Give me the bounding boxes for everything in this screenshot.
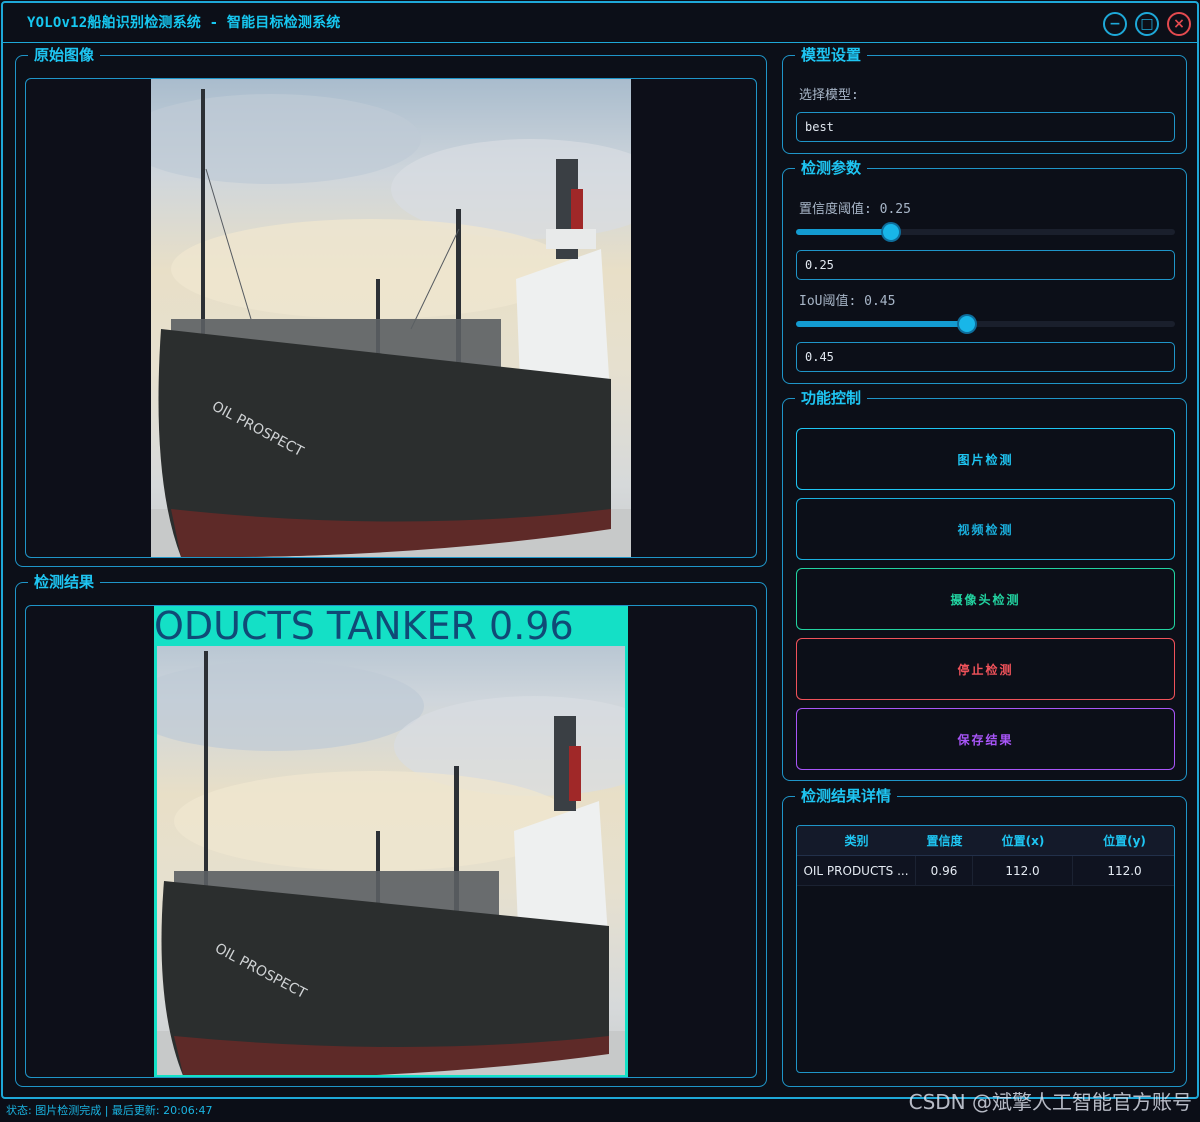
cell-class: OIL PRODUCTS ...: [797, 856, 916, 886]
confidence-slider-fill: [796, 229, 891, 235]
minimize-icon: −: [1109, 16, 1121, 32]
maximize-icon: □: [1140, 16, 1154, 32]
camera-detect-button[interactable]: 摄像头检测: [796, 568, 1175, 630]
video-detect-button[interactable]: 视频检测: [796, 498, 1175, 560]
detection-result-panel: 检测结果 OIL PROSPECT ODUCTS TANKER 0.96: [15, 572, 767, 1087]
table-header: 类别 置信度 位置(x) 位置(y): [797, 826, 1174, 856]
title-bar[interactable]: YOLOv12船舶识别检测系统 - 智能目标检测系统 − □ ×: [3, 3, 1197, 43]
csdn-watermark: CSDN @斌擎人工智能官方账号: [908, 1090, 1192, 1114]
cell-y: 112.0: [1107, 864, 1142, 878]
results-detail-title: 检测结果详情: [795, 786, 898, 806]
image-detect-label: 图片检测: [957, 452, 1014, 467]
model-settings-panel: 模型设置 选择模型: best: [782, 45, 1187, 154]
stop-detect-button[interactable]: 停止检测: [796, 638, 1175, 700]
iou-slider-fill: [796, 321, 967, 327]
original-ship-image: OIL PROSPECT: [151, 79, 631, 557]
model-settings-title: 模型设置: [795, 45, 868, 65]
image-detect-button[interactable]: 图片检测: [796, 428, 1175, 490]
header-x[interactable]: 位置(x): [973, 826, 1073, 856]
cell-confidence: 0.96: [916, 856, 973, 886]
original-image-title: 原始图像: [28, 45, 101, 65]
save-result-label: 保存结果: [957, 732, 1014, 747]
close-button[interactable]: ×: [1167, 12, 1191, 36]
minimize-button[interactable]: −: [1103, 12, 1127, 36]
select-model-label: 选择模型:: [799, 88, 859, 103]
results-detail-panel: 检测结果详情 类别 置信度 位置(x) 位置(y) OIL PRODUCTS .…: [782, 786, 1187, 1087]
maximize-button[interactable]: □: [1135, 12, 1159, 36]
detection-params-title: 检测参数: [795, 158, 868, 178]
camera-detect-label: 摄像头检测: [950, 592, 1021, 607]
header-class[interactable]: 类别: [797, 826, 916, 856]
header-confidence[interactable]: 置信度: [916, 826, 973, 856]
detection-bounding-box: [154, 606, 628, 1077]
save-result-button[interactable]: 保存结果: [796, 708, 1175, 770]
table-row[interactable]: OIL PRODUCTS ... 0.96 112.0 112.0: [797, 856, 1174, 886]
model-select[interactable]: best: [796, 112, 1175, 142]
results-table: 类别 置信度 位置(x) 位置(y) OIL PRODUCTS ... 0.96…: [796, 825, 1175, 1073]
iou-slider[interactable]: [796, 316, 1175, 332]
original-image-panel: 原始图像 OIL PROSPECT: [15, 45, 767, 567]
result-image-frame: OIL PROSPECT ODUCTS TANKER 0.96: [25, 605, 757, 1078]
function-controls-panel: 功能控制 图片检测 视频检测 摄像头检测 停止检测 保存结果: [782, 388, 1187, 781]
confidence-slider-handle[interactable]: [883, 224, 899, 240]
close-icon: ×: [1173, 16, 1185, 32]
detection-params-panel: 检测参数 置信度阈值: 0.25 0.25 IoU阈值: 0.45 0.45: [782, 158, 1187, 384]
iou-input[interactable]: 0.45: [796, 342, 1175, 372]
iou-label: IoU阈值: 0.45: [799, 294, 896, 309]
stop-detect-label: 停止检测: [957, 662, 1014, 677]
iou-slider-handle[interactable]: [959, 316, 975, 332]
app-window: YOLOv12船舶识别检测系统 - 智能目标检测系统 − □ × 原始图像 OI…: [1, 1, 1199, 1099]
cell-x: 112.0: [973, 856, 1073, 886]
detection-result-title: 检测结果: [28, 572, 101, 592]
window-title: YOLOv12船舶识别检测系统 - 智能目标检测系统: [27, 15, 341, 31]
header-y[interactable]: 位置(y): [1073, 826, 1174, 856]
result-ship-image: OIL PROSPECT ODUCTS TANKER 0.96: [154, 606, 628, 1077]
confidence-slider[interactable]: [796, 224, 1175, 240]
video-detect-label: 视频检测: [957, 522, 1014, 537]
confidence-label: 置信度阈值: 0.25: [799, 202, 911, 217]
detection-label: ODUCTS TANKER 0.96: [154, 606, 628, 646]
function-controls-title: 功能控制: [795, 388, 868, 408]
confidence-input[interactable]: 0.25: [796, 250, 1175, 280]
original-image-frame: OIL PROSPECT: [25, 78, 757, 558]
